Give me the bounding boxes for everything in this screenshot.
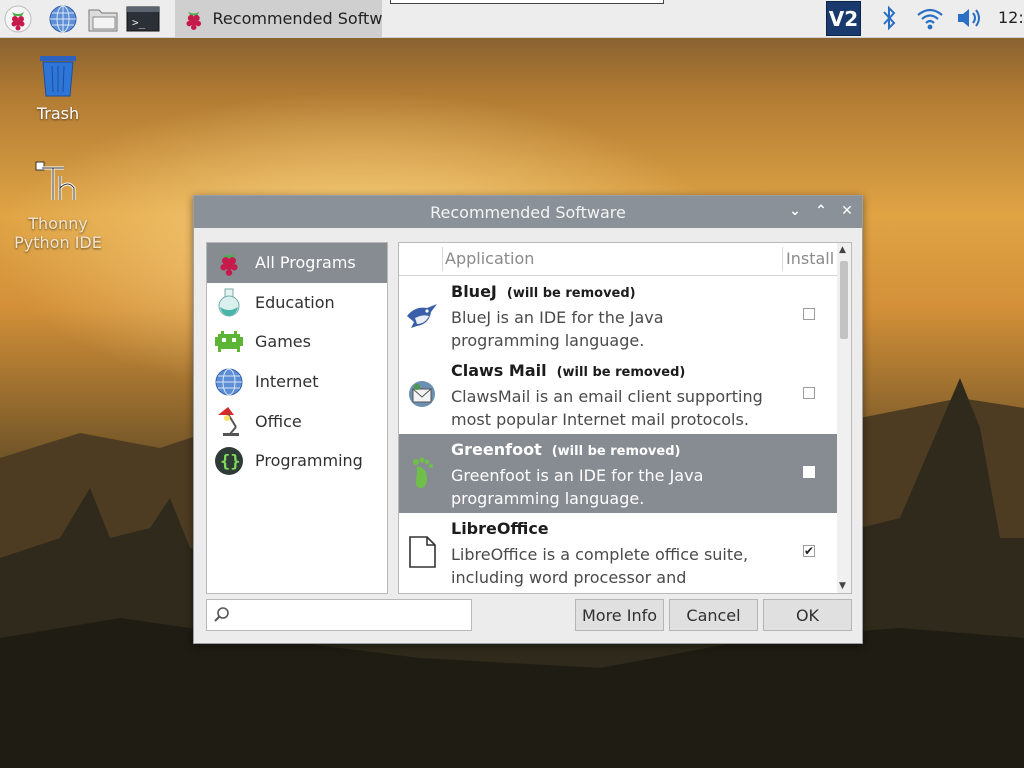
close-icon[interactable]: ✕ (840, 203, 854, 219)
thonny-icon (35, 161, 76, 200)
alien-icon (213, 326, 245, 358)
taskbar: >_ Recommended Softw… V2 12: (0, 0, 1024, 38)
cancel-button[interactable]: Cancel (669, 599, 758, 631)
file-manager-launcher[interactable] (86, 2, 120, 35)
install-checkbox-bluej[interactable] (803, 308, 815, 320)
raspberry-icon (4, 5, 32, 32)
desktop-thonny-label-1: Thonny (28, 214, 88, 233)
trash-icon (40, 56, 76, 97)
app-list-scrollbar[interactable]: ▲ ▼ (837, 243, 851, 593)
desk-lamp-icon (213, 405, 245, 437)
category-all-programs[interactable]: All Programs (207, 243, 387, 283)
app-name: Greenfoot (451, 440, 542, 459)
install-checkbox-claws-mail[interactable] (803, 387, 815, 399)
app-name: LibreOffice (451, 519, 549, 538)
app-description: BlueJ is an IDE for the Java programming… (451, 308, 664, 350)
column-header-application[interactable]: Application (445, 249, 534, 268)
search-icon (214, 607, 229, 622)
app-description: LibreOffice is a complete office suite, … (451, 545, 749, 593)
scroll-down-icon[interactable]: ▼ (839, 581, 846, 591)
category-label: Programming (255, 451, 363, 471)
dialog-title: Recommended Software (430, 202, 626, 222)
taskbar-window-button[interactable]: Recommended Softw… (175, 0, 382, 37)
app-removal-note: (will be removed) (556, 365, 686, 380)
braces-icon: {} (213, 445, 245, 477)
category-games[interactable]: Games (207, 322, 387, 362)
category-label: Internet (255, 372, 319, 392)
terminal-launcher[interactable]: >_ (126, 2, 160, 35)
category-label: All Programs (255, 253, 356, 273)
category-label: Education (255, 292, 335, 312)
category-programming[interactable]: {} Programming (207, 441, 387, 481)
taskbar-window-title: Recommended Softw… (212, 9, 382, 28)
application-list-header: Application Install (399, 243, 851, 276)
category-label: Games (255, 332, 311, 352)
app-row-bluej[interactable]: BlueJ (will be removed) BlueJ is an IDE f… (399, 276, 851, 355)
app-row-greenfoot[interactable]: Greenfoot (will be removed) Greenfoot is … (399, 434, 851, 513)
category-internet[interactable]: Internet (207, 362, 387, 402)
clock: 12: (998, 8, 1024, 27)
category-list: All Programs Education Games Internet Of… (206, 242, 388, 594)
svg-text:>_: >_ (132, 16, 146, 29)
flask-icon (213, 286, 245, 318)
bluej-bird-icon (405, 298, 439, 332)
category-label: Office (255, 411, 302, 431)
web-browser-launcher[interactable] (46, 2, 80, 35)
application-list: Application Install BlueJ (will be remove… (398, 242, 852, 594)
dialog-titlebar[interactable]: Recommended Software ⌄ ⌃ ✕ (194, 196, 862, 228)
desktop-thonny[interactable]: Thonny Python IDE (3, 160, 113, 252)
app-removal-note: (will be removed) (551, 444, 681, 459)
wifi-icon[interactable] (914, 4, 946, 32)
document-icon (405, 535, 439, 569)
vnc-label: V2 (828, 6, 859, 31)
globe-icon (49, 5, 77, 32)
category-office[interactable]: Office (207, 401, 387, 441)
app-row-libreoffice[interactable]: LibreOffice LibreOffice is a complete of… (399, 513, 851, 593)
folder-icon (88, 9, 118, 31)
category-education[interactable]: Education (207, 283, 387, 323)
app-removal-note: (will be removed) (506, 286, 636, 301)
app-name: BlueJ (451, 282, 497, 301)
volume-icon[interactable] (954, 4, 986, 32)
search-input[interactable] (235, 604, 469, 628)
scrollbar-thumb[interactable] (840, 261, 848, 339)
scroll-up-icon[interactable]: ▲ (839, 245, 846, 255)
bluetooth-icon[interactable] (876, 4, 902, 32)
globe-icon (213, 366, 245, 398)
app-description: ClawsMail is an email client supporting … (451, 387, 763, 429)
claws-mail-icon (405, 377, 439, 411)
app-row-claws-mail[interactable]: Claws Mail (will be removed) ClawsMail is… (399, 355, 851, 434)
recommended-software-dialog: Recommended Software ⌄ ⌃ ✕ All Programs (193, 195, 863, 644)
more-info-button[interactable]: More Info (575, 599, 664, 631)
search-box[interactable] (206, 599, 472, 631)
raspberry-icon (213, 247, 245, 279)
install-checkbox-libreoffice[interactable]: ✔ (803, 545, 815, 557)
taskbar-window-placeholder (390, 0, 664, 4)
svg-text:{}: {} (220, 452, 240, 472)
maximize-icon[interactable]: ⌃ (814, 203, 828, 219)
raspberry-menu-button[interactable] (1, 2, 35, 35)
desktop-thonny-label-2: Python IDE (14, 233, 102, 252)
vnc-tray-icon[interactable]: V2 (826, 1, 861, 36)
install-checkbox-greenfoot[interactable] (803, 466, 815, 478)
raspberry-icon (186, 11, 202, 30)
checkmark-icon: ✔ (804, 544, 815, 558)
desktop-trash-label: Trash (36, 104, 80, 123)
column-header-install[interactable]: Install (786, 249, 834, 268)
greenfoot-icon (405, 456, 439, 490)
ok-button[interactable]: OK (763, 599, 852, 631)
app-name: Claws Mail (451, 361, 547, 380)
minimize-icon[interactable]: ⌄ (788, 203, 802, 219)
desktop-trash[interactable]: Trash (3, 50, 113, 123)
app-description: Greenfoot is an IDE for the Java program… (451, 466, 704, 508)
terminal-icon: >_ (126, 6, 160, 31)
